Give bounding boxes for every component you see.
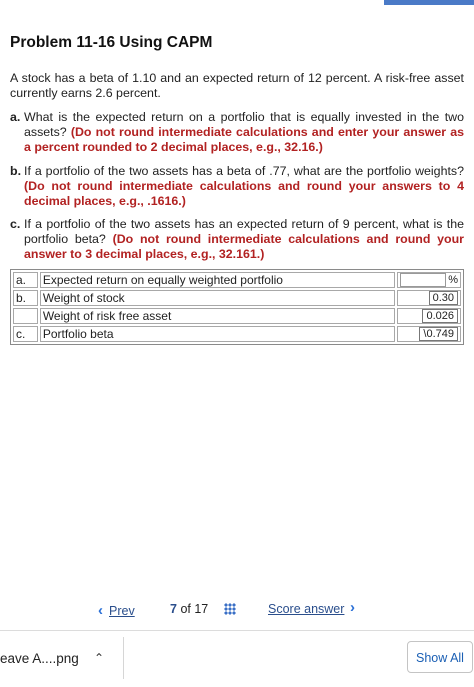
prev-label: Prev	[109, 604, 135, 618]
question-letter: b.	[10, 164, 22, 178]
table-row: a. Expected return on equally weighted p…	[13, 272, 461, 288]
question-c: c. If a portfolio of the two assets has …	[10, 217, 464, 262]
problem-intro: A stock has a beta of 1.10 and an expect…	[10, 71, 464, 100]
show-all-button[interactable]: Show All	[407, 641, 473, 673]
chevron-left-icon: ‹	[98, 602, 103, 619]
divider	[123, 637, 124, 679]
question-a: a. What is the expected return on a port…	[10, 110, 464, 155]
table-row: c. Portfolio beta \0.749	[13, 326, 461, 342]
row-label: a.	[13, 272, 38, 288]
table-row: Weight of risk free asset 0.026	[13, 308, 461, 324]
question-note: (Do not round intermediate calculations …	[24, 179, 464, 208]
question-note: (Do not round intermediate calculations …	[24, 125, 464, 154]
page-title: Problem 11-16 Using CAPM	[10, 34, 213, 51]
score-answer-button[interactable]: Score answer	[268, 602, 344, 616]
row-description: Weight of stock	[39, 290, 396, 306]
row-label: b.	[13, 290, 38, 306]
row-label	[13, 308, 38, 324]
portfolio-beta-input[interactable]: \0.749	[419, 327, 458, 341]
total-pages: 17	[194, 602, 209, 616]
row-description: Portfolio beta	[39, 326, 396, 342]
answer-table: a. Expected return on equally weighted p…	[10, 269, 464, 345]
question-letter: c.	[10, 217, 21, 231]
table-row: b. Weight of stock 0.30	[13, 290, 461, 306]
download-file-name[interactable]: eave A....png	[0, 651, 79, 666]
chevron-right-icon[interactable]: ›	[350, 599, 355, 616]
prev-button[interactable]: ‹ Prev	[98, 602, 135, 619]
grid-icon[interactable]	[224, 603, 236, 615]
current-page: 7	[170, 602, 177, 616]
page-counter: 7 of 17	[170, 602, 208, 616]
weight-riskfree-input[interactable]: 0.026	[422, 309, 458, 323]
top-accent-bar	[384, 0, 474, 5]
question-letter: a.	[10, 110, 21, 124]
weight-stock-input[interactable]: 0.30	[428, 291, 458, 305]
row-description: Expected return on equally weighted port…	[39, 272, 396, 288]
percent-unit: %	[448, 274, 458, 286]
row-label: c.	[13, 326, 38, 342]
chevron-up-icon[interactable]: ⌃	[94, 651, 104, 665]
pagination: ‹ Prev 7 of 17 Score answer ›	[0, 598, 474, 622]
question-b: b. If a portfolio of the two assets has …	[10, 164, 464, 209]
expected-return-input[interactable]	[400, 273, 447, 287]
downloads-bar: eave A....png ⌃ Show All	[0, 630, 474, 687]
row-description: Weight of risk free asset	[39, 308, 396, 324]
of-label: of	[180, 602, 191, 616]
question-text: If a portfolio of the two assets has a b…	[24, 164, 464, 178]
